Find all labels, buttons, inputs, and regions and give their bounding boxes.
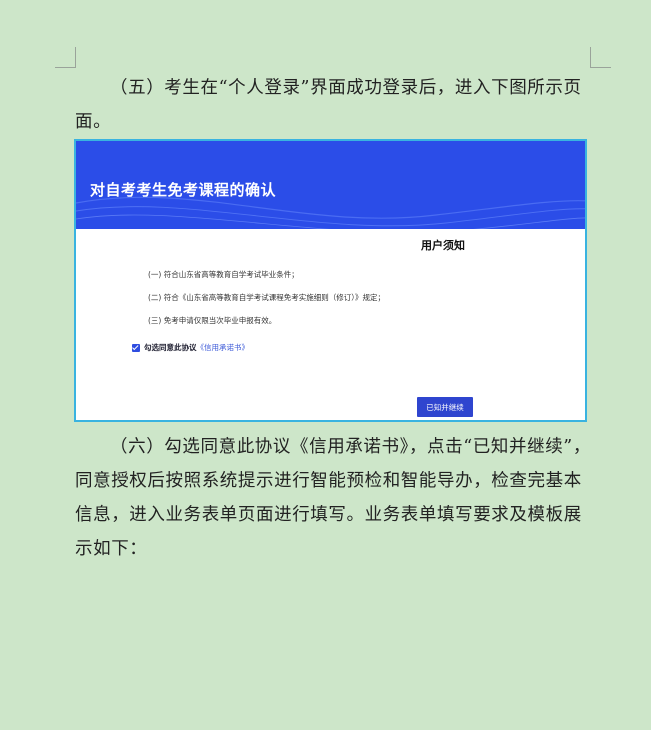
page-corner-mark-right bbox=[590, 47, 611, 68]
continue-button[interactable]: 已知并继续 bbox=[417, 397, 473, 417]
paragraph-step-6-text: （六）勾选同意此协议《信用承诺书》，点击“已知并继续”，同意授权后按照系统提示进… bbox=[75, 437, 591, 559]
page-corner-mark-left bbox=[55, 47, 76, 68]
notice-item-3: (三) 免考申请仅限当次毕业申报有效。 bbox=[148, 316, 277, 325]
agree-checkbox-row[interactable]: 勾选同意此协议 《信用承诺书》 bbox=[132, 342, 249, 353]
notice-title: 用户须知 bbox=[421, 239, 465, 252]
paragraph-step-5: （五）考生在“个人登录”界面成功登录后，进入下图所示页面。 bbox=[75, 71, 592, 139]
agree-label: 勾选同意此协议 bbox=[144, 343, 197, 352]
paragraph-step-5-text: （五）考生在“个人登录”界面成功登录后，进入下图所示页面。 bbox=[75, 78, 582, 132]
paragraph-step-6: （六）勾选同意此协议《信用承诺书》，点击“已知并继续”，同意授权后按照系统提示进… bbox=[75, 430, 592, 566]
screenshot-header: 对自考考生免考课程的确认 bbox=[76, 141, 585, 229]
credit-commitment-link[interactable]: 《信用承诺书》 bbox=[197, 342, 250, 353]
notice-item-1: (一) 符合山东省高等教育自学考试毕业条件； bbox=[148, 270, 299, 279]
agree-checkbox[interactable] bbox=[132, 343, 140, 352]
screenshot-page-title: 对自考考生免考课程的确认 bbox=[90, 181, 277, 199]
embedded-screenshot: 对自考考生免考课程的确认 用户须知 (一) 符合山东省高等教育自学考试毕业条件；… bbox=[74, 139, 587, 422]
notice-item-2: (二) 符合《山东省高等教育自学考试课程免考实施细则（修订）》规定； bbox=[148, 293, 385, 302]
